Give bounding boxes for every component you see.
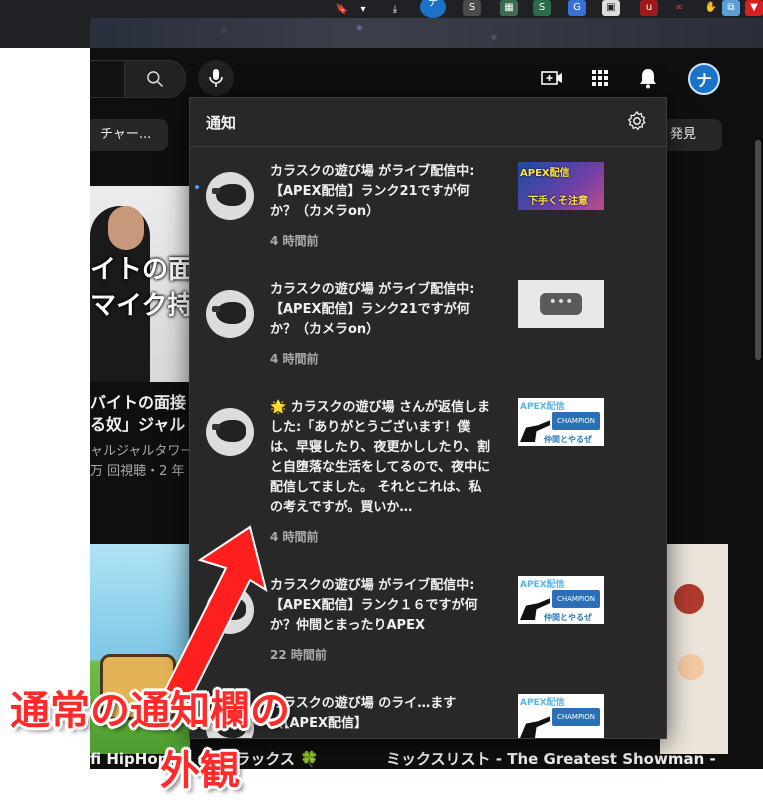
bookmark-icon[interactable]: 🔖: [333, 2, 351, 18]
create-icon: [541, 71, 562, 85]
video-thumbnail[interactable]: [660, 544, 728, 754]
notifications-header: 通知: [190, 98, 666, 147]
thumbnail-text: APEX配信: [520, 580, 565, 590]
notification-settings-button[interactable]: [626, 110, 650, 134]
notification-time: 4 時間前: [270, 234, 319, 248]
search-icon: [147, 71, 164, 88]
shield-icon[interactable]: ▼: [745, 0, 763, 16]
soldier-silhouette: [520, 716, 550, 738]
video-title[interactable]: ミックスリスト - The Greatest Showman -: [386, 748, 716, 769]
mic-icon: [209, 69, 223, 87]
notification-item[interactable]: カラスクの遊び場 がライブ配信中: 【APEX配信】ランク１６ですが何か？仲間と…: [190, 576, 666, 676]
profile-icon[interactable]: ナ: [420, 0, 446, 18]
video-title[interactable]: バイトの面接 る奴」ジャル: [90, 392, 186, 436]
annotation-caption-line2: 外観: [160, 748, 240, 794]
s-extension-icon[interactable]: S: [463, 0, 481, 16]
notification-item[interactable]: 🌟 カラスクの遊び場 さんが返信しました:「ありがとうございます！僕は、早寝した…: [190, 398, 666, 558]
notification-thumbnail[interactable]: APEX配信 CHAMPION 仲間とやるぜ: [518, 398, 604, 446]
thumbnail-figure: [674, 584, 704, 614]
crow-figure: [216, 302, 246, 324]
gear-icon: [628, 111, 646, 131]
notification-time: 4 時間前: [270, 530, 319, 544]
thumbnail-text: 下手くそ注意: [528, 196, 588, 207]
notification-text: カラスクの遊び場 のライ…ます（【APEX配信】: [270, 696, 457, 731]
channel-name[interactable]: ャルジャルタワー: [90, 442, 193, 462]
thumbnail-text: 仲間とやるぜ: [544, 613, 592, 622]
notification-thumbnail[interactable]: APEX配信 下手くそ注意: [518, 162, 604, 210]
chevron-down-icon[interactable]: ▾: [354, 2, 372, 18]
create-button[interactable]: [540, 66, 564, 90]
channel-avatar: [206, 586, 254, 634]
thumbnail-text: APEX配信: [520, 698, 565, 708]
thumbnail-text: APEX配信: [520, 402, 565, 412]
window-icon[interactable]: ▣: [602, 0, 620, 16]
crow-figure: [216, 420, 246, 442]
video-thumbnail[interactable]: イトの面 マイク持: [90, 186, 190, 382]
more-options-icon: •••: [540, 293, 582, 315]
channel-avatar: [206, 290, 254, 338]
crow-figure: [216, 184, 246, 206]
thumbnail-text: APEX配信: [520, 168, 570, 179]
panel-title: 通知: [206, 114, 237, 132]
crow-beak: [212, 188, 220, 194]
crow-beak: [212, 306, 220, 312]
view-count: 万 回視聴・2 年: [90, 464, 185, 479]
crow-beak: [212, 424, 220, 430]
thumbnail-overlay-text: イトの面 マイク持: [90, 255, 190, 321]
glasses-icon[interactable]: ∞: [670, 0, 688, 16]
champion-badge: CHAMPION: [552, 590, 600, 608]
channel-avatar: [206, 408, 254, 456]
thumbnail-text: 仲間とやるぜ: [544, 435, 592, 444]
desktop-wallpaper-strip: [90, 18, 763, 48]
notification-thumbnail[interactable]: APEX配信 CHAMPION 仲間とやるぜ: [518, 576, 604, 624]
notification-time: 4 時間前: [270, 352, 319, 366]
notification-item[interactable]: カラスクの遊び場 がライブ配信中: 【APEX配信】ランク21ですが何か？（カメ…: [190, 280, 666, 380]
unread-dot: [195, 185, 199, 189]
translate-icon[interactable]: G: [568, 0, 586, 16]
apps-grid-icon: [592, 70, 608, 86]
notification-thumbnail[interactable]: •••: [518, 280, 604, 328]
ublock-icon[interactable]: u: [640, 0, 658, 16]
notification-time: 22 時間前: [270, 648, 327, 662]
notification-text: カラスクの遊び場 がライブ配信中: 【APEX配信】ランク21ですが何か？（カメ…: [270, 282, 475, 337]
video-meta: ャルジャルタワー 万 回視聴・2 年: [90, 442, 193, 482]
browser-toolbar: 🔖 ▾ ⤓ ナ S ▦ S G ▣ u ∞ ✋ ⧉ ▼: [0, 0, 763, 48]
notification-text: カラスクの遊び場 がライブ配信中: 【APEX配信】ランク21ですが何か？（カメ…: [270, 164, 475, 219]
thumbnail-figure: [678, 654, 704, 680]
channel-avatar: [206, 172, 254, 220]
bell-icon: [640, 69, 656, 89]
champion-badge: CHAMPION: [552, 708, 600, 726]
search-button[interactable]: [124, 60, 186, 98]
notification-item[interactable]: カラスクの遊び場 がライブ配信中: 【APEX配信】ランク21ですが何か？（カメ…: [190, 162, 666, 262]
notification-thumbnail[interactable]: APEX配信 CHAMPION: [518, 694, 604, 738]
apps-button[interactable]: [588, 66, 612, 90]
s-extension-icon[interactable]: S: [533, 0, 551, 16]
voice-search-button[interactable]: [198, 60, 234, 96]
account-avatar[interactable]: ナ: [688, 63, 720, 95]
notification-text: カラスクの遊び場 がライブ配信中: 【APEX配信】ランク１６ですが何か？仲間と…: [270, 578, 478, 633]
annotation-caption-line1: 通常の通知欄の: [10, 688, 290, 734]
search-input[interactable]: [90, 60, 125, 98]
chip-item[interactable]: 発見: [660, 119, 722, 151]
extensions-icon[interactable]: ⧉: [722, 0, 740, 16]
notification-text: 🌟 カラスクの遊び場 さんが返信しました:「ありがとうございます！僕は、早寝した…: [270, 400, 491, 515]
hand-icon[interactable]: ✋: [702, 0, 720, 16]
crow-beak: [212, 602, 220, 608]
champion-badge: CHAMPION: [552, 412, 600, 430]
page-scrollbar[interactable]: [755, 140, 761, 360]
notifications-button[interactable]: [636, 66, 660, 90]
download-icon[interactable]: ⤓: [386, 2, 404, 18]
thumbnail-face: [108, 206, 144, 250]
crow-figure: [216, 598, 246, 620]
grid-extension-icon[interactable]: ▦: [500, 0, 518, 16]
notifications-panel: 通知 カラスクの遊び場 がライブ配信中: 【APEX配信】ランク21ですが何か？…: [189, 97, 667, 739]
chip-item[interactable]: チャー...: [90, 119, 168, 151]
